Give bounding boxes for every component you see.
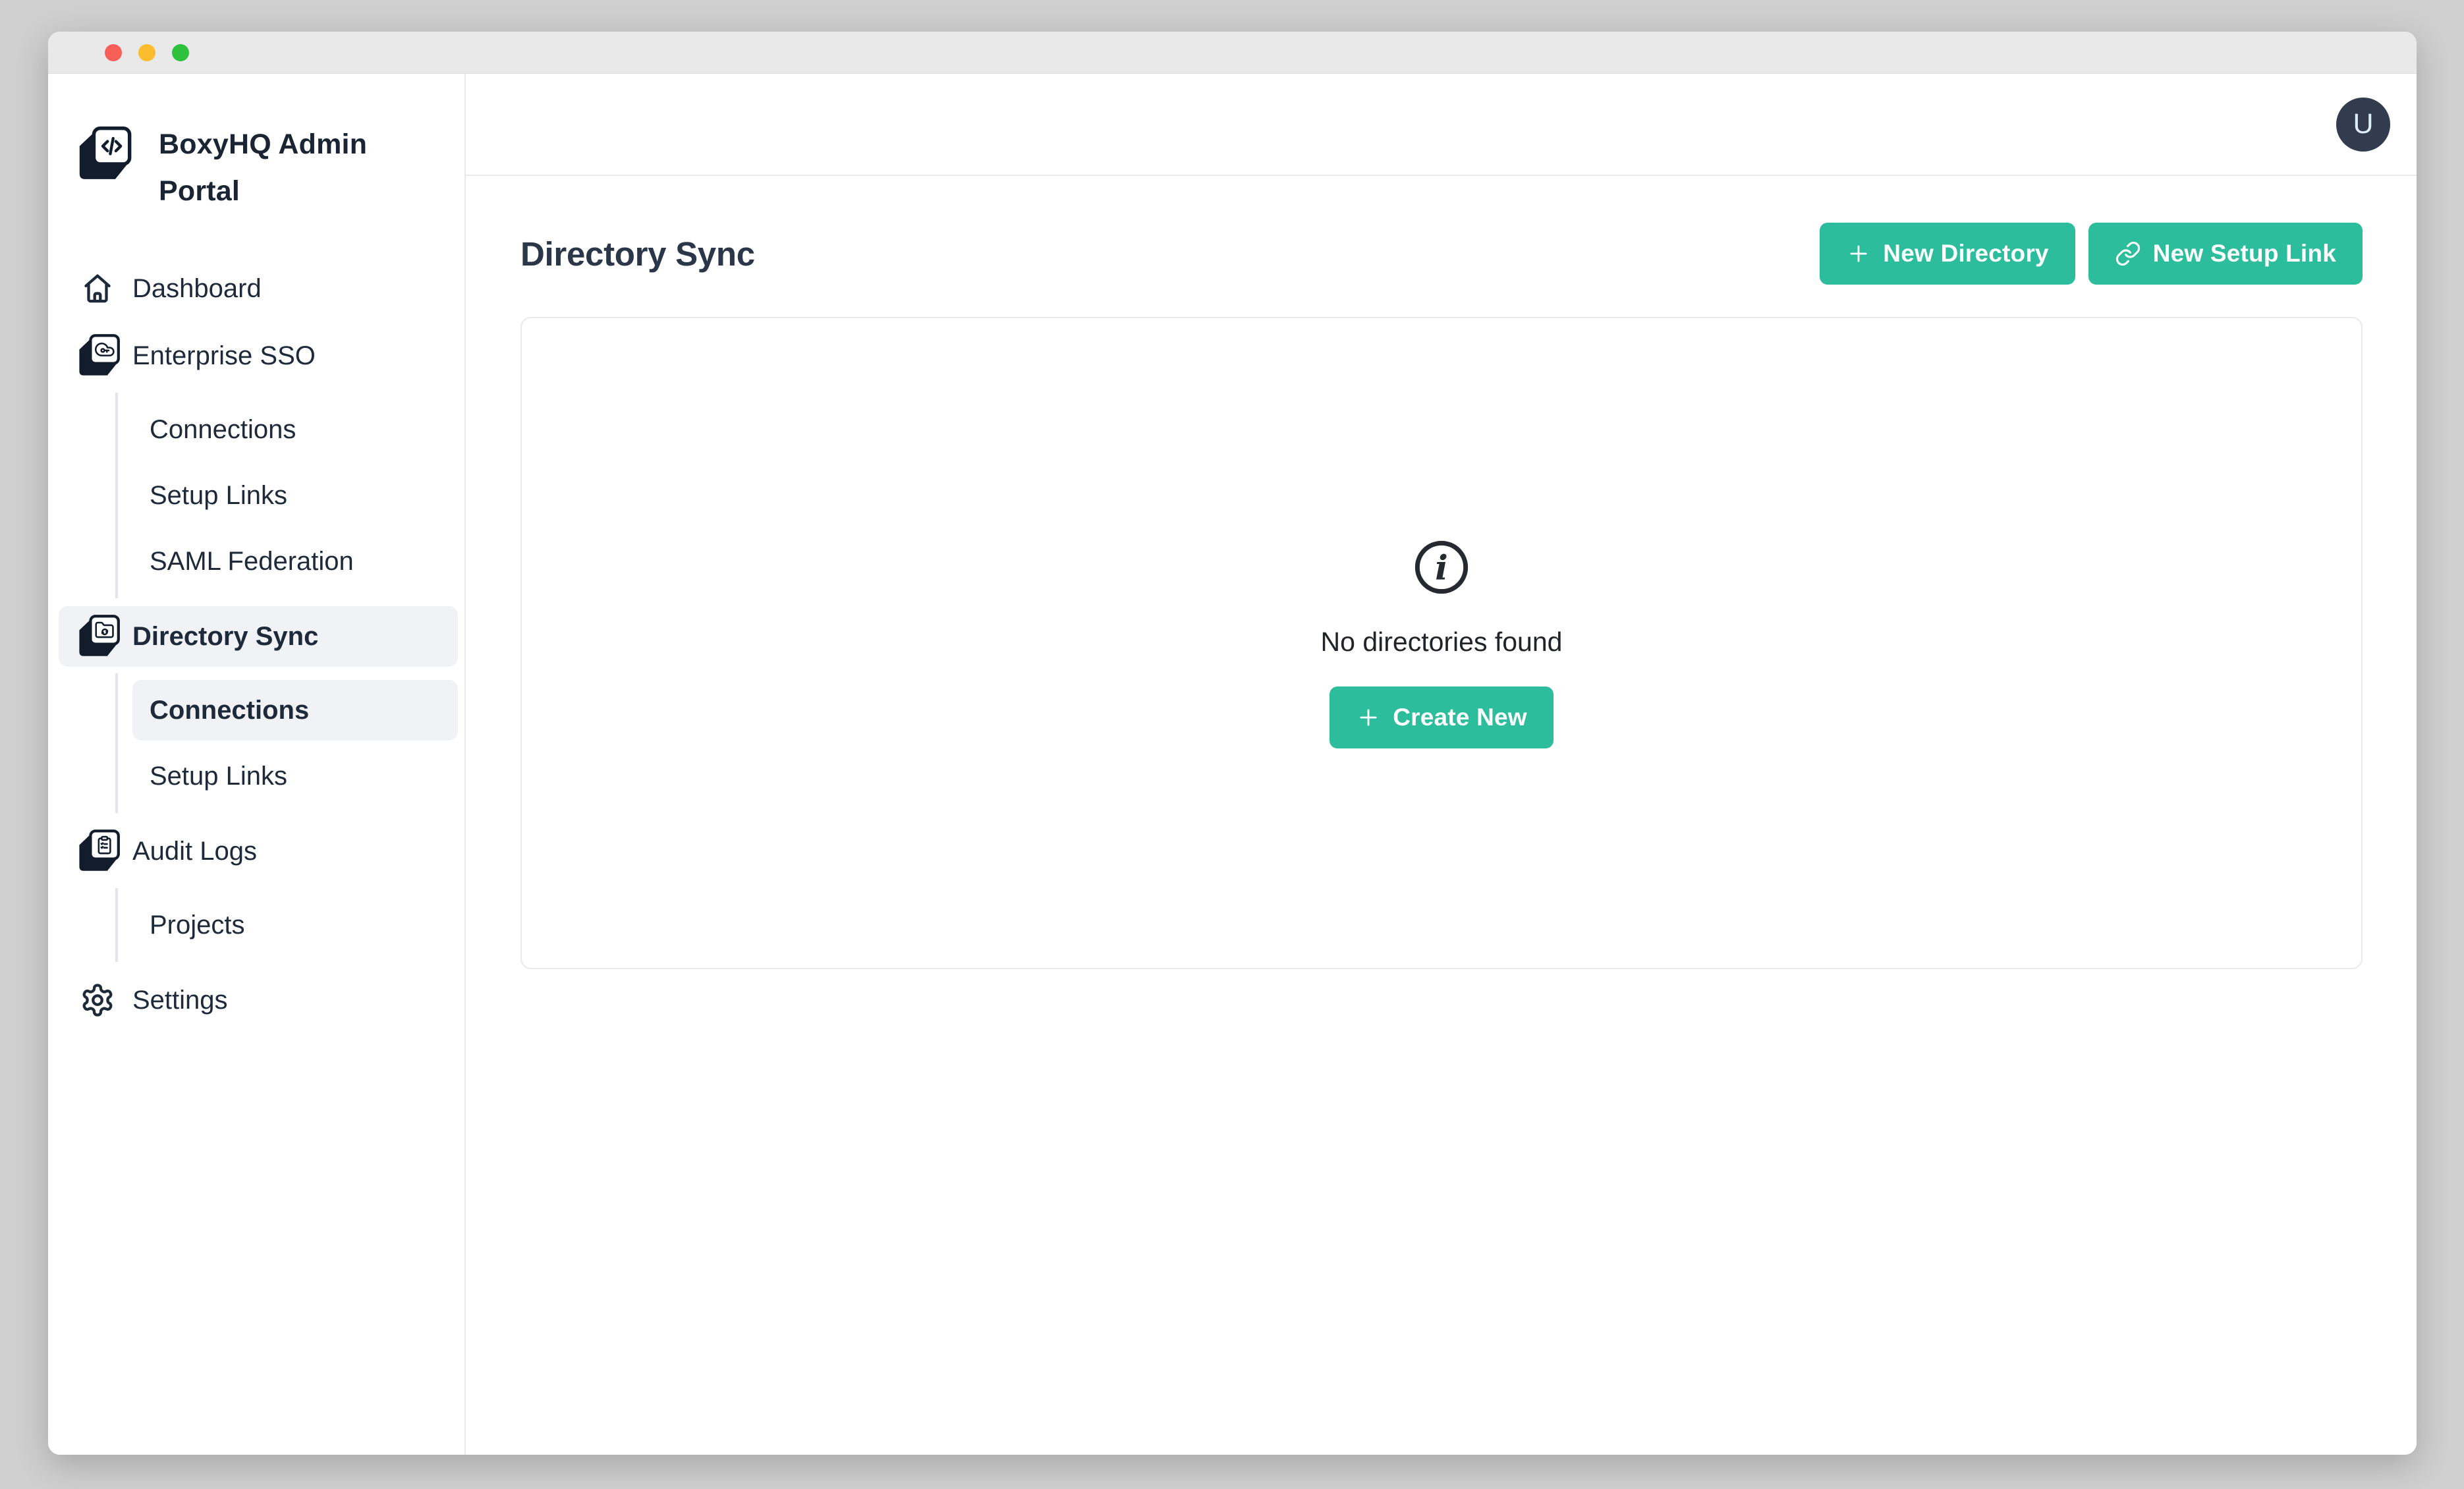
sidebar-subitem-projects[interactable]: Projects: [132, 895, 458, 955]
sidebar-item-label: Directory Sync: [132, 622, 318, 652]
page-content: Directory Sync New Directory: [466, 176, 2417, 969]
sidebar-subitem-dsync-connections[interactable]: Connections: [132, 680, 458, 741]
create-new-label: Create New: [1393, 704, 1527, 731]
directory-sync-subgroup: Connections Setup Links: [115, 673, 458, 813]
app-window: BoxyHQ Admin Portal Dashboard: [48, 32, 2417, 1455]
enterprise-sso-keycap-icon: [74, 333, 121, 378]
sidebar-item-audit-logs[interactable]: Audit Logs: [59, 821, 458, 882]
boxyhq-logo-icon: [73, 126, 132, 182]
sidebar-subitem-dsync-setup-links[interactable]: Setup Links: [132, 746, 458, 806]
user-avatar[interactable]: U: [2336, 98, 2390, 152]
sidebar-subitem-label: Setup Links: [150, 762, 287, 791]
sidebar-item-label: Enterprise SSO: [132, 341, 316, 371]
sidebar-subitem-label: Connections: [150, 696, 309, 725]
sidebar-item-label: Dashboard: [132, 274, 262, 304]
link-icon: [2115, 240, 2141, 267]
home-icon: [74, 271, 121, 306]
audit-logs-keycap-icon: [74, 829, 121, 874]
empty-state: i No directories found Create New: [1321, 538, 1563, 748]
window-titlebar: [48, 32, 2417, 74]
sidebar: BoxyHQ Admin Portal Dashboard: [48, 74, 466, 1455]
sidebar-item-enterprise-sso[interactable]: Enterprise SSO: [59, 325, 458, 386]
sidebar-nav: Dashboard: [59, 258, 458, 1030]
sidebar-item-directory-sync[interactable]: Directory Sync: [59, 606, 458, 667]
sidebar-subitem-label: Connections: [150, 415, 296, 445]
sidebar-subitem-sso-setup-links[interactable]: Setup Links: [132, 465, 458, 526]
page-title: Directory Sync: [520, 235, 755, 273]
enterprise-sso-subgroup: Connections Setup Links SAML Federation: [115, 393, 458, 598]
gear-icon: [74, 982, 121, 1018]
new-setup-link-label: New Setup Link: [2153, 240, 2336, 267]
sidebar-item-dashboard[interactable]: Dashboard: [59, 258, 458, 319]
sidebar-subitem-label: Setup Links: [150, 481, 287, 511]
top-header: U: [466, 74, 2417, 176]
plus-icon: [1356, 705, 1381, 730]
create-new-button[interactable]: Create New: [1330, 687, 1554, 748]
new-directory-label: New Directory: [1883, 240, 2048, 267]
directories-empty-card: i No directories found Create New: [520, 317, 2363, 969]
plus-icon: [1846, 241, 1871, 266]
sidebar-subitem-sso-connections[interactable]: Connections: [132, 399, 458, 460]
desktop: { "window": { "traffic_lights": { "close…: [0, 0, 2464, 1489]
svg-text:i: i: [1435, 548, 1448, 588]
app-body: BoxyHQ Admin Portal Dashboard: [48, 74, 2417, 1455]
brand-title: BoxyHQ Admin Portal: [159, 121, 376, 215]
empty-state-message: No directories found: [1321, 627, 1563, 658]
window-zoom-button[interactable]: [172, 44, 189, 61]
sidebar-item-label: Audit Logs: [132, 837, 257, 866]
sidebar-subitem-saml-federation[interactable]: SAML Federation: [132, 531, 458, 592]
page-header: Directory Sync New Directory: [520, 222, 2363, 285]
window-minimize-button[interactable]: [138, 44, 155, 61]
page-actions: New Directory New Setup Link: [1820, 223, 2363, 285]
main-area: U Directory Sync New Directory: [466, 74, 2417, 1455]
directory-sync-keycap-icon: [74, 614, 121, 659]
new-setup-link-button[interactable]: New Setup Link: [2088, 223, 2363, 285]
new-directory-button[interactable]: New Directory: [1820, 223, 2075, 285]
sidebar-item-label: Settings: [132, 986, 228, 1015]
brand: BoxyHQ Admin Portal: [59, 121, 458, 215]
sidebar-subitem-label: Projects: [150, 911, 245, 940]
sidebar-subitem-label: SAML Federation: [150, 547, 354, 576]
info-icon: i: [1413, 538, 1470, 596]
audit-logs-subgroup: Projects: [115, 888, 458, 962]
window-close-button[interactable]: [105, 44, 122, 61]
sidebar-item-settings[interactable]: Settings: [59, 970, 458, 1030]
